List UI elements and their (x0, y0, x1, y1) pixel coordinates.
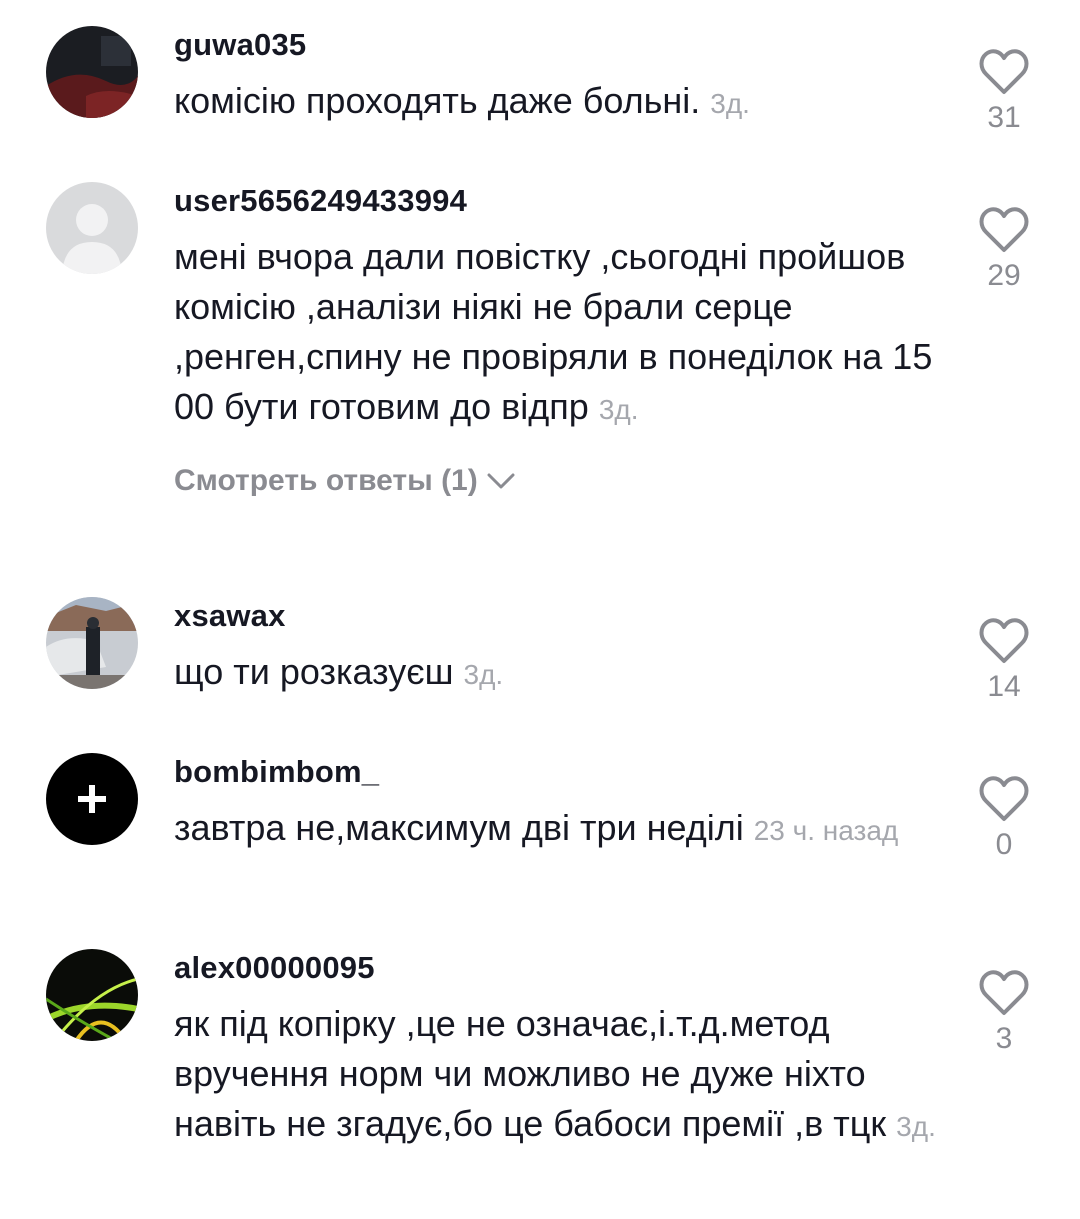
like-button[interactable]: 3 (972, 969, 1036, 1057)
heart-outline-icon (979, 49, 1029, 94)
like-button[interactable]: 29 (972, 206, 1036, 294)
comment-username[interactable]: bombimbom_ (174, 753, 944, 791)
comment-body: завтра не,максимум дві три неділі (174, 807, 744, 848)
view-replies-button[interactable]: Смотреть ответы (1) (174, 461, 944, 501)
comment-username[interactable]: alex00000095 (174, 949, 944, 987)
comment-time: 3д. (463, 659, 504, 690)
comment-time: 3д. (896, 1111, 936, 1142)
avatar[interactable] (46, 26, 138, 118)
like-button[interactable]: 0 (972, 775, 1036, 863)
comment-time: 3д. (710, 88, 750, 119)
like-count: 14 (987, 670, 1021, 703)
heart-outline-icon (979, 970, 1029, 1015)
comment-body: комісію проходять даже больні. (174, 80, 701, 121)
comment-username[interactable]: xsawax (174, 597, 944, 635)
heart-outline-icon (979, 207, 1029, 252)
comment-username[interactable]: guwa035 (174, 26, 944, 64)
avatar[interactable] (46, 597, 138, 689)
comment-time: 23 ч. назад (753, 815, 899, 846)
comment-username[interactable]: user5656249433994 (174, 182, 944, 220)
comment-body: мені вчора дали повістку ,сьогодні пройш… (174, 236, 933, 427)
like-button[interactable]: 14 (972, 617, 1036, 705)
comment-body: як під копірку ,це не означає,і.т.д.мето… (174, 1003, 887, 1144)
comment-text: завтра не,максимум дві три неділі 23 ч. н… (174, 803, 944, 856)
comment-text: що ти розказуєш 3д. (174, 647, 944, 700)
comment-text: як під копірку ,це не означає,і.т.д.мето… (174, 999, 944, 1152)
comment-text: комісію проходять даже больні. 3д. (174, 76, 944, 129)
comment-body: що ти розказуєш (174, 651, 454, 692)
avatar[interactable] (46, 753, 138, 845)
view-replies-label: Смотреть ответы (1) (174, 464, 478, 497)
like-count: 0 (995, 828, 1013, 861)
heart-outline-icon (979, 618, 1029, 663)
like-button[interactable]: 31 (972, 48, 1036, 136)
like-count: 29 (987, 259, 1021, 292)
comment-text: мені вчора дали повістку ,сьогодні пройш… (174, 232, 944, 435)
like-count: 31 (987, 101, 1021, 134)
heart-outline-icon (979, 776, 1029, 821)
like-count: 3 (995, 1022, 1013, 1055)
avatar[interactable] (46, 949, 138, 1041)
avatar[interactable] (46, 182, 138, 274)
comment-time: 3д. (598, 394, 639, 425)
chevron-down-icon (487, 473, 515, 489)
